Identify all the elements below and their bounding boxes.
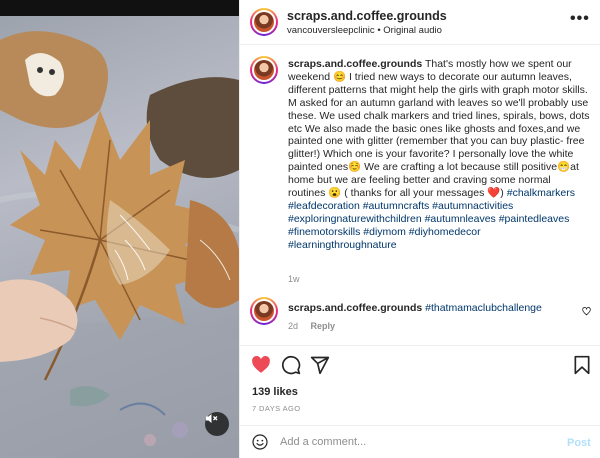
actions-divider	[240, 345, 600, 346]
avatar-image	[254, 12, 274, 32]
mute-button[interactable]	[205, 412, 229, 436]
leaf-photo	[0, 31, 239, 458]
comment-like-icon[interactable]	[582, 307, 591, 316]
header-username[interactable]: scraps.and.coffee.grounds	[287, 9, 447, 23]
more-options-icon[interactable]: •••	[570, 10, 590, 28]
audio-account[interactable]: vancouversleepclinic	[287, 25, 375, 36]
caption-text: scraps.and.coffee.grounds That's mostly …	[288, 58, 590, 252]
header-divider	[240, 44, 600, 45]
comment-bubble-icon[interactable]	[281, 355, 301, 375]
post-panel: scraps.and.coffee.grounds vancouversleep…	[239, 0, 600, 458]
post-date[interactable]: 7 DAYS AGO	[252, 404, 300, 413]
audio-separator: •	[377, 25, 381, 36]
speaker-muted-icon	[206, 414, 218, 423]
audio-info: vancouversleepclinic • Original audio	[287, 25, 442, 36]
reply-button[interactable]: Reply	[311, 321, 336, 331]
bookmark-icon[interactable]	[573, 355, 591, 375]
avatar[interactable]	[250, 8, 278, 36]
comment-meta: 2d Reply	[288, 321, 345, 331]
paper-plane-icon[interactable]	[310, 355, 330, 375]
comment-hashtag[interactable]: #thatmamaclubchallenge	[425, 302, 542, 314]
post-media[interactable]	[0, 0, 239, 458]
post-button[interactable]: Post	[567, 437, 591, 449]
heart-filled-icon[interactable]	[251, 355, 271, 375]
comment-username[interactable]: scraps.and.coffee.grounds	[288, 302, 422, 314]
action-bar	[240, 350, 600, 380]
caption-body: That's mostly how we spent our weekend 😊…	[288, 58, 590, 200]
comment-avatar[interactable]	[250, 297, 278, 325]
caption-avatar[interactable]	[250, 56, 278, 84]
caption-username[interactable]: scraps.and.coffee.grounds	[288, 58, 422, 70]
post-header: scraps.and.coffee.grounds vancouversleep…	[240, 0, 600, 44]
comment-input[interactable]	[280, 432, 550, 452]
emoji-smiley-icon[interactable]	[252, 434, 268, 450]
caption-timestamp[interactable]: 1w	[288, 274, 300, 284]
comment-composer: Post	[240, 425, 600, 458]
comment-text: scraps.and.coffee.grounds #thatmamaclubc…	[288, 302, 542, 314]
likes-count[interactable]: 139 likes	[252, 386, 298, 398]
audio-label[interactable]: Original audio	[383, 25, 442, 36]
comment-timestamp[interactable]: 2d	[288, 321, 298, 331]
